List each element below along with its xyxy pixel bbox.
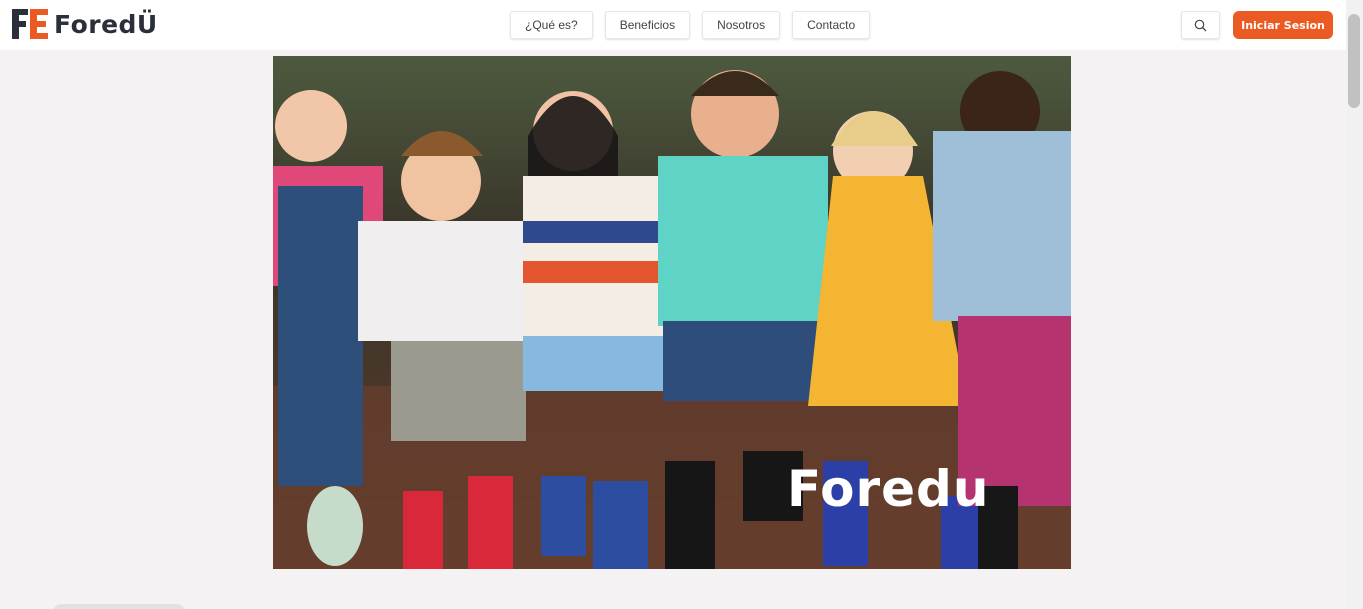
hero-title: Foredu xyxy=(787,460,990,518)
main-nav: ¿Qué es? Beneficios Nosotros Contacto xyxy=(510,11,871,39)
search-button[interactable] xyxy=(1181,11,1220,39)
logo[interactable]: ForedÜ xyxy=(10,6,158,42)
nav-nosotros-button[interactable]: Nosotros xyxy=(702,11,781,39)
bottom-element-partial xyxy=(52,604,186,609)
search-icon xyxy=(1194,19,1207,31)
nav-que-es-button[interactable]: ¿Qué es? xyxy=(510,11,593,39)
top-navbar: ForedÜ ¿Qué es? Beneficios Nosotros Cont… xyxy=(0,0,1346,50)
nav-contacto-button[interactable]: Contacto xyxy=(792,11,871,39)
login-button[interactable]: Iniciar Sesion xyxy=(1233,11,1333,39)
hero-image: Foredu xyxy=(273,56,1071,569)
logo-text: ForedÜ xyxy=(54,9,158,39)
nav-beneficios-button[interactable]: Beneficios xyxy=(604,11,691,39)
scrollbar-thumb[interactable] xyxy=(1348,14,1360,108)
logo-mark-icon xyxy=(12,9,48,39)
